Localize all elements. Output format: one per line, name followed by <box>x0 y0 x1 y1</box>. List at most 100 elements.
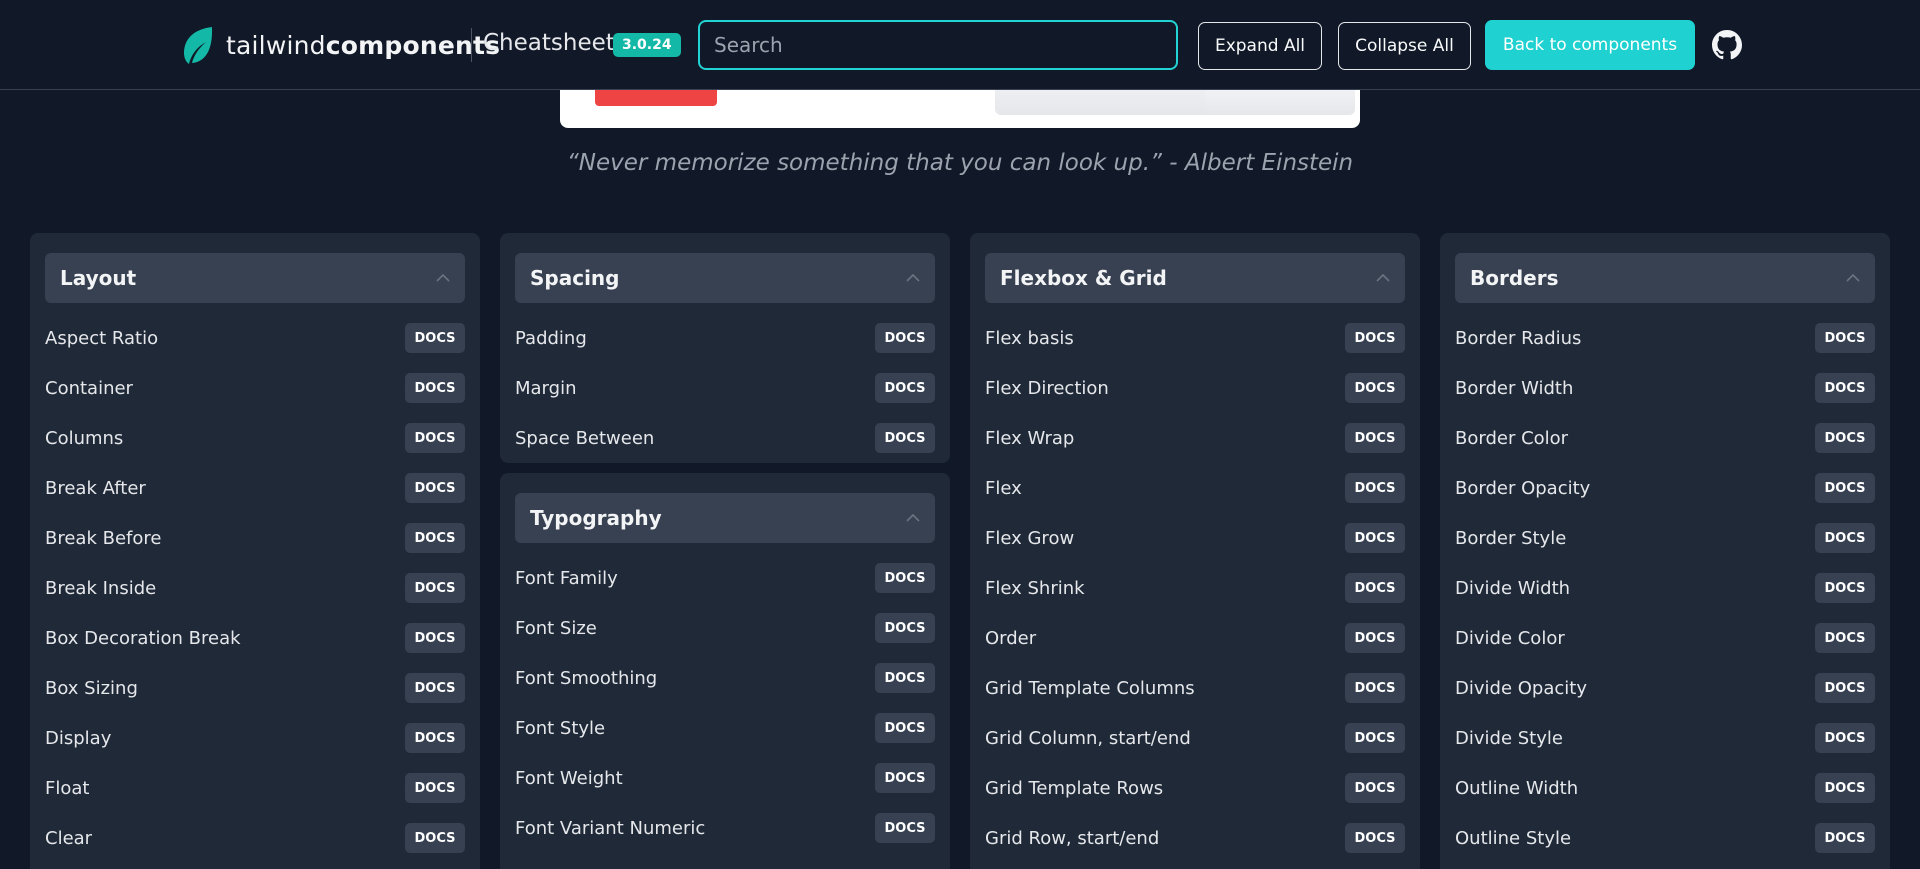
docs-button[interactable]: DOCS <box>405 473 465 503</box>
docs-button[interactable]: DOCS <box>1345 723 1405 753</box>
item-label[interactable]: Font Weight <box>515 768 623 789</box>
list-item[interactable]: Break Inside DOCS <box>45 563 465 613</box>
list-item[interactable]: Divide Opacity DOCS <box>1455 663 1875 713</box>
item-label[interactable]: Divide Opacity <box>1455 678 1587 699</box>
list-item[interactable]: Margin DOCS <box>515 363 935 413</box>
list-item[interactable]: Outline Style DOCS <box>1455 813 1875 863</box>
item-label[interactable]: Box Decoration Break <box>45 628 241 649</box>
docs-button[interactable]: DOCS <box>1345 523 1405 553</box>
docs-button[interactable]: DOCS <box>1815 773 1875 803</box>
chevron-up-icon[interactable] <box>1376 273 1390 283</box>
chevron-up-icon[interactable] <box>1846 273 1860 283</box>
item-label[interactable]: Padding <box>515 328 587 349</box>
item-label[interactable]: Flex Wrap <box>985 428 1074 449</box>
docs-button[interactable]: DOCS <box>1815 523 1875 553</box>
docs-button[interactable]: DOCS <box>875 613 935 643</box>
docs-button[interactable]: DOCS <box>1345 473 1405 503</box>
docs-button[interactable]: DOCS <box>1815 323 1875 353</box>
list-item[interactable]: Font Style DOCS <box>515 703 935 753</box>
item-label[interactable]: Flex Shrink <box>985 578 1085 599</box>
list-item[interactable]: Float DOCS <box>45 763 465 813</box>
item-label[interactable]: Grid Template Rows <box>985 778 1163 799</box>
item-label[interactable]: Outline Style <box>1455 828 1571 849</box>
list-item[interactable]: Box Decoration Break DOCS <box>45 613 465 663</box>
docs-button[interactable]: DOCS <box>405 723 465 753</box>
list-item[interactable]: Aspect Ratio DOCS <box>45 313 465 363</box>
docs-button[interactable]: DOCS <box>875 763 935 793</box>
item-label[interactable]: Border Style <box>1455 528 1566 549</box>
item-label[interactable]: Font Style <box>515 718 605 739</box>
item-label[interactable]: Float <box>45 778 89 799</box>
item-label[interactable]: Font Smoothing <box>515 668 657 689</box>
list-item[interactable]: Font Size DOCS <box>515 603 935 653</box>
item-label[interactable]: Order <box>985 628 1036 649</box>
item-label[interactable]: Border Opacity <box>1455 478 1590 499</box>
docs-button[interactable]: DOCS <box>1815 423 1875 453</box>
list-item[interactable]: Display DOCS <box>45 713 465 763</box>
docs-button[interactable]: DOCS <box>405 373 465 403</box>
item-label[interactable]: Divide Style <box>1455 728 1563 749</box>
docs-button[interactable]: DOCS <box>405 673 465 703</box>
card-header-layout[interactable]: Layout <box>45 253 465 303</box>
docs-button[interactable]: DOCS <box>875 813 935 843</box>
docs-button[interactable]: DOCS <box>1815 823 1875 853</box>
docs-button[interactable]: DOCS <box>875 323 935 353</box>
list-item[interactable]: Border Radius DOCS <box>1455 313 1875 363</box>
list-item[interactable]: Grid Template Columns DOCS <box>985 663 1405 713</box>
github-icon[interactable] <box>1712 30 1742 60</box>
list-item[interactable]: Border Opacity DOCS <box>1455 463 1875 513</box>
docs-button[interactable]: DOCS <box>1815 373 1875 403</box>
item-label[interactable]: Flex Grow <box>985 528 1074 549</box>
chevron-up-icon[interactable] <box>436 273 450 283</box>
item-label[interactable]: Display <box>45 728 111 749</box>
list-item[interactable]: Divide Width DOCS <box>1455 563 1875 613</box>
docs-button[interactable]: DOCS <box>1815 573 1875 603</box>
item-label[interactable]: Break After <box>45 478 146 499</box>
item-label[interactable]: Border Color <box>1455 428 1568 449</box>
list-item[interactable]: Flex basis DOCS <box>985 313 1405 363</box>
item-label[interactable]: Flex <box>985 478 1022 499</box>
list-item[interactable]: Space Between DOCS <box>515 413 935 463</box>
list-item[interactable]: Columns DOCS <box>45 413 465 463</box>
list-item[interactable]: Clear DOCS <box>45 813 465 863</box>
list-item[interactable]: Flex Shrink DOCS <box>985 563 1405 613</box>
docs-button[interactable]: DOCS <box>405 623 465 653</box>
item-label[interactable]: Box Sizing <box>45 678 138 699</box>
list-item[interactable]: Font Family DOCS <box>515 553 935 603</box>
item-label[interactable]: Grid Template Columns <box>985 678 1195 699</box>
card-header-spacing[interactable]: Spacing <box>515 253 935 303</box>
item-label[interactable]: Clear <box>45 828 92 849</box>
docs-button[interactable]: DOCS <box>1815 723 1875 753</box>
item-label[interactable]: Divide Color <box>1455 628 1565 649</box>
docs-button[interactable]: DOCS <box>405 323 465 353</box>
docs-button[interactable]: DOCS <box>875 663 935 693</box>
list-item[interactable]: Flex Wrap DOCS <box>985 413 1405 463</box>
item-label[interactable]: Grid Column, start/end <box>985 728 1191 749</box>
list-item[interactable]: Font Smoothing DOCS <box>515 653 935 703</box>
item-label[interactable]: Font Variant Numeric <box>515 818 705 839</box>
logo[interactable]: tailwindcomponents <box>180 25 500 65</box>
list-item[interactable]: Grid Column, start/end DOCS <box>985 713 1405 763</box>
item-label[interactable]: Flex Direction <box>985 378 1109 399</box>
docs-button[interactable]: DOCS <box>875 373 935 403</box>
item-label[interactable]: Break Inside <box>45 578 156 599</box>
card-header-borders[interactable]: Borders <box>1455 253 1875 303</box>
item-label[interactable]: Aspect Ratio <box>45 328 158 349</box>
item-label[interactable]: Flex basis <box>985 328 1074 349</box>
docs-button[interactable]: DOCS <box>405 523 465 553</box>
docs-button[interactable]: DOCS <box>405 773 465 803</box>
back-to-components-button[interactable]: Back to components <box>1485 20 1695 70</box>
list-item[interactable]: Font Variant Numeric DOCS <box>515 803 935 853</box>
list-item[interactable]: Border Color DOCS <box>1455 413 1875 463</box>
docs-button[interactable]: DOCS <box>405 573 465 603</box>
docs-button[interactable]: DOCS <box>875 563 935 593</box>
list-item[interactable]: Flex Direction DOCS <box>985 363 1405 413</box>
item-label[interactable]: Space Between <box>515 428 654 449</box>
list-item[interactable]: Grid Template Rows DOCS <box>985 763 1405 813</box>
item-label[interactable]: Font Family <box>515 568 618 589</box>
item-label[interactable]: Container <box>45 378 133 399</box>
item-label[interactable]: Margin <box>515 378 576 399</box>
docs-button[interactable]: DOCS <box>405 423 465 453</box>
list-item[interactable]: Border Width DOCS <box>1455 363 1875 413</box>
list-item[interactable]: Flex Grow DOCS <box>985 513 1405 563</box>
